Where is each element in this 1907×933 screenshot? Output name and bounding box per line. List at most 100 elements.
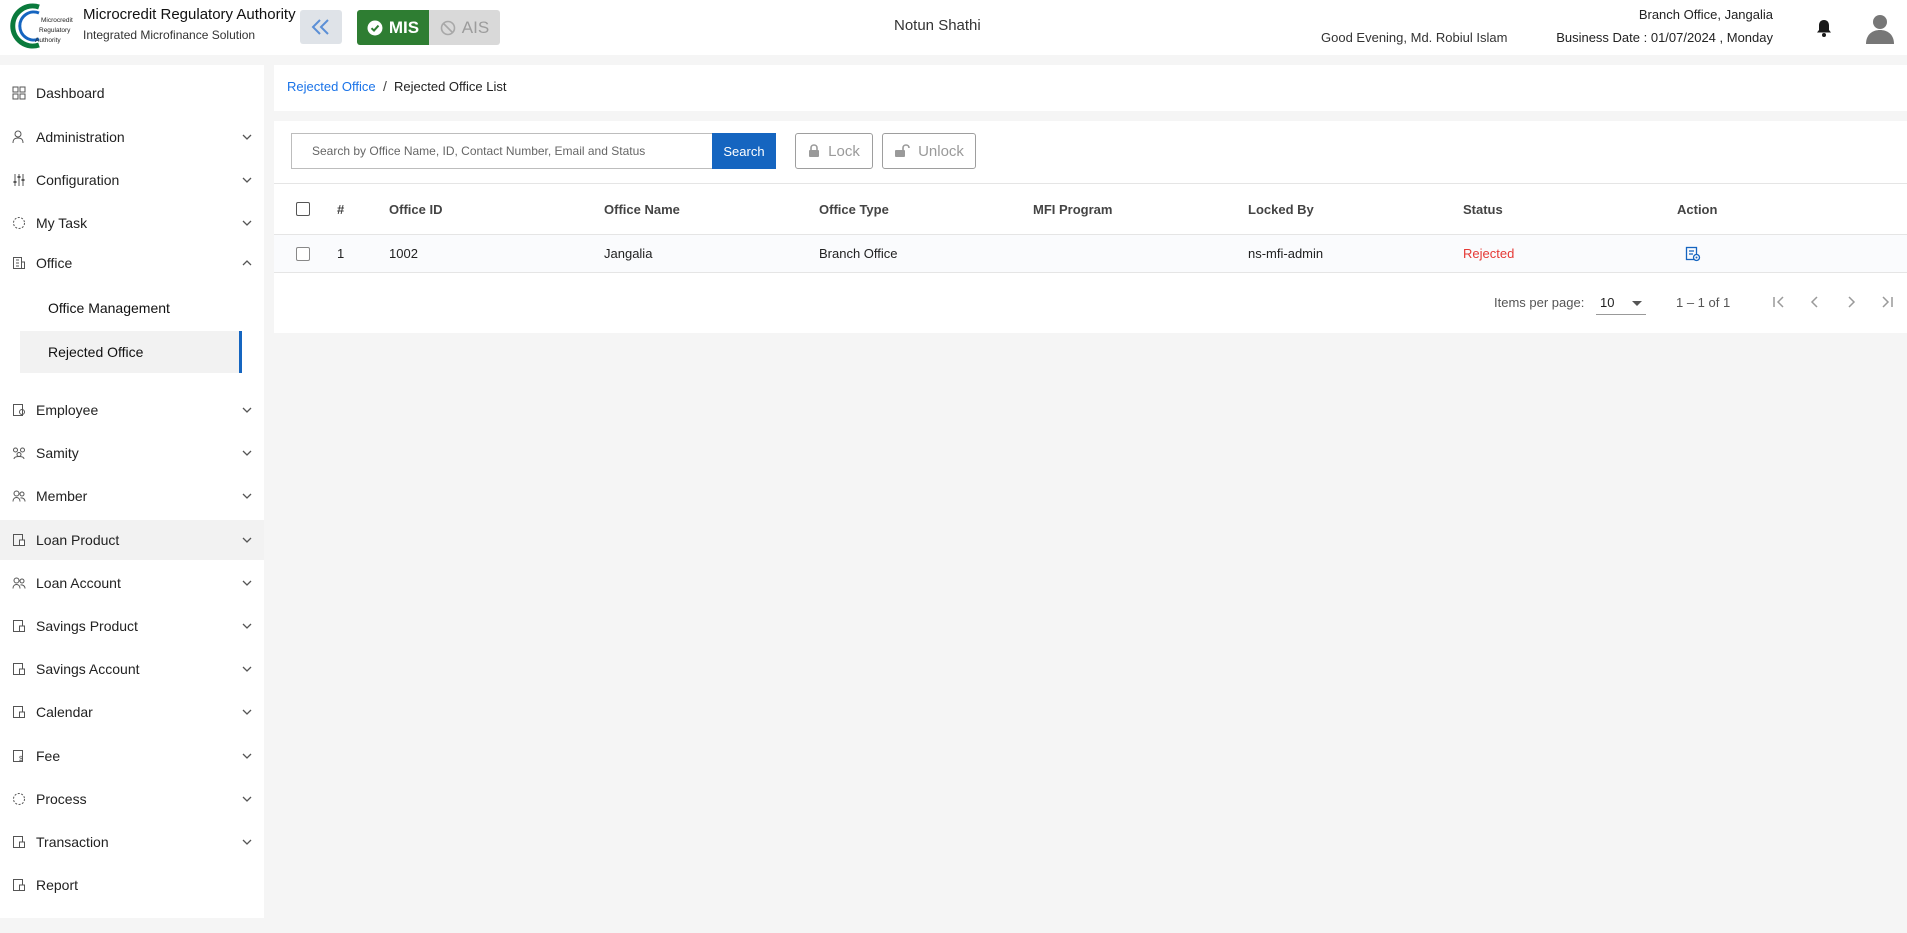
chevron-down-icon: [242, 220, 252, 226]
chevron-down-icon: [242, 580, 252, 586]
sidebar-item-employee[interactable]: Employee: [0, 390, 264, 430]
sidebar-item-member[interactable]: Member: [0, 476, 264, 516]
sidebar-item-label: Configuration: [36, 172, 120, 188]
row-checkbox[interactable]: [296, 246, 310, 261]
cell-index: 1: [337, 246, 345, 261]
sidebar-item-configuration[interactable]: Configuration: [0, 160, 264, 200]
previous-page-button[interactable]: [1802, 289, 1828, 315]
branch-name: Branch Office, Jangalia: [1638, 7, 1773, 22]
last-page-icon: [1882, 296, 1893, 308]
sidebar-item-label: Employee: [36, 402, 99, 418]
cell-office-id: 1002: [389, 246, 418, 261]
cell-office-name: Jangalia: [604, 246, 653, 261]
select-all-checkbox[interactable]: [296, 202, 310, 216]
items-per-page-label: Items per page:: [1494, 295, 1585, 310]
search-input[interactable]: [291, 133, 713, 169]
sidebar-subitem-rejected-office[interactable]: Rejected Office: [20, 331, 242, 373]
chevron-down-icon: [242, 537, 252, 543]
org-name: Microcredit Regulatory Authority: [83, 6, 296, 23]
row-select-cell: [296, 235, 310, 272]
cell-action: [1685, 235, 1701, 272]
sidebar-item-savings-product[interactable]: Savings Product: [0, 606, 264, 646]
unlock-label: Unlock: [918, 142, 964, 160]
sidebar-item-label: Member: [36, 488, 88, 504]
next-page-button[interactable]: [1838, 289, 1864, 315]
sliders-icon: [13, 174, 25, 186]
breadcrumb-separator: /: [383, 78, 387, 94]
module-switch: MIS AIS: [357, 10, 500, 45]
notification-bell-icon[interactable]: [1814, 18, 1834, 38]
column-header-office-type[interactable]: Office Type: [819, 184, 889, 234]
mis-label: MIS: [388, 17, 420, 37]
samity-icon: [13, 447, 25, 460]
chevron-down-icon: [242, 709, 252, 715]
sidebar-item-report[interactable]: Report: [0, 865, 264, 905]
mis-mode-button[interactable]: MIS: [357, 10, 429, 45]
view-details-icon[interactable]: [1685, 246, 1701, 262]
unlock-button[interactable]: Unlock: [882, 133, 976, 169]
sidebar-item-label: Samity: [36, 445, 79, 461]
items-per-page-select[interactable]: 10: [1596, 291, 1646, 315]
unlock-icon: [895, 144, 910, 157]
chevron-down-icon: [242, 839, 252, 845]
column-header-locked-by[interactable]: Locked By: [1248, 184, 1314, 234]
sidebar-subitem-label: Rejected Office: [48, 344, 144, 360]
svg-text:Regulatory: Regulatory: [39, 27, 71, 34]
first-page-button[interactable]: [1766, 289, 1792, 315]
sidebar-item-my-task[interactable]: My Task: [0, 203, 264, 243]
sidebar: Dashboard Administration Configuration M…: [0, 65, 264, 918]
page-title: Rejected Office List: [394, 79, 507, 94]
employee-icon: [13, 404, 25, 416]
breadcrumb-link-rejected-office[interactable]: Rejected Office: [287, 79, 376, 94]
column-header-office-id[interactable]: Office ID: [389, 184, 442, 234]
svg-text:Microcredit: Microcredit: [41, 17, 73, 24]
sidebar-item-label: Report: [36, 877, 79, 893]
savings-account-icon: [13, 663, 25, 675]
sidebar-subitem-label: Office Management: [48, 300, 170, 316]
column-header-status[interactable]: Status: [1463, 184, 1503, 234]
column-header-office-name[interactable]: Office Name: [604, 184, 680, 234]
sidebar-item-fee[interactable]: $ Fee: [0, 736, 264, 776]
chevron-up-icon: [242, 260, 252, 266]
lock-button[interactable]: Lock: [795, 133, 873, 169]
sidebar-subitem-office-management[interactable]: Office Management: [20, 287, 242, 329]
sidebar-item-loan-account[interactable]: Loan Account: [0, 563, 264, 603]
last-page-button[interactable]: [1874, 289, 1900, 315]
chevron-down-icon: [242, 623, 252, 629]
column-header-mfi-program[interactable]: MFI Program: [1033, 184, 1112, 234]
sidebar-item-loan-product[interactable]: Loan Product: [0, 520, 264, 560]
calendar-icon: [13, 706, 25, 718]
sidebar-item-label: Savings Product: [36, 618, 138, 634]
top-header: Microcredit Regulatory Authority Microcr…: [0, 0, 1907, 55]
collapse-sidebar-button[interactable]: [300, 10, 342, 44]
sidebar-item-process[interactable]: Process: [0, 779, 264, 819]
chevron-down-icon: [242, 407, 252, 413]
user-avatar-icon[interactable]: [1865, 12, 1895, 44]
sidebar-item-label: Transaction: [36, 834, 109, 850]
sidebar-item-calendar[interactable]: Calendar: [0, 692, 264, 732]
svg-text:$: $: [19, 756, 23, 763]
sidebar-item-savings-account[interactable]: Savings Account: [0, 649, 264, 689]
search-button[interactable]: Search: [712, 133, 776, 169]
cell-locked-by: ns-mfi-admin: [1248, 246, 1324, 261]
sidebar-item-label: Loan Account: [36, 575, 121, 591]
office-icon: [13, 257, 25, 269]
sidebar-item-label: Calendar: [36, 704, 93, 720]
loan-product-icon: [13, 534, 25, 546]
sidebar-item-administration[interactable]: Administration: [0, 117, 264, 157]
table-row[interactable]: 1 1002 Jangalia Branch Office ns-mfi-adm…: [274, 235, 1907, 273]
greeting-text: Good Evening, Md. Robiul Islam: [1321, 30, 1508, 45]
table-header: # Office ID Office Name Office Type MFI …: [274, 183, 1907, 235]
sidebar-item-office[interactable]: Office: [0, 243, 264, 283]
blocked-icon: [440, 20, 456, 35]
sidebar-item-dashboard[interactable]: Dashboard: [0, 73, 264, 113]
savings-product-icon: [13, 620, 25, 632]
chevron-down-icon: [242, 177, 252, 183]
check-circle-icon: [367, 20, 383, 35]
sidebar-item-samity[interactable]: Samity: [0, 433, 264, 473]
ais-mode-button[interactable]: AIS: [429, 10, 500, 45]
column-header-index: #: [337, 201, 345, 217]
sidebar-item-label: Savings Account: [36, 661, 140, 677]
sidebar-item-transaction[interactable]: Transaction: [0, 822, 264, 862]
sidebar-item-label: Office: [36, 255, 73, 271]
